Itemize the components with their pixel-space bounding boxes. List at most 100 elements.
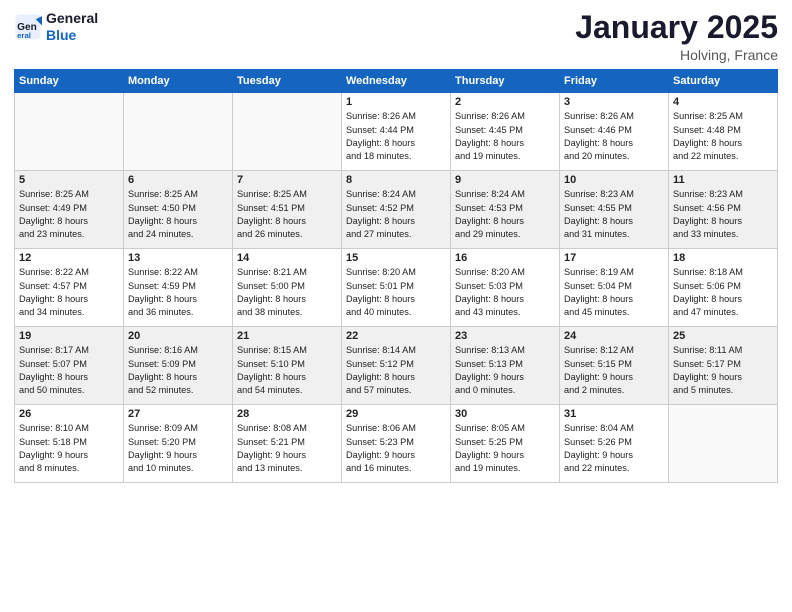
table-cell: 14Sunrise: 8:21 AMSunset: 5:00 PMDayligh… [233,249,342,327]
table-cell: 20 Sunrise: 8:16 AMSunset: 5:09 PMDayligh… [124,327,233,405]
table-cell: 7 Sunrise: 8:25 AMSunset: 4:51 PMDaylight… [233,171,342,249]
table-cell: 22 Sunrise: 8:14 AMSunset: 5:12 PMDayligh… [342,327,451,405]
day-number: 28 [237,408,337,420]
day-number: 12 [19,252,119,264]
table-cell: 19Sunrise: 8:17 AMSunset: 5:07 PMDayligh… [15,327,124,405]
week-row-2: 5 Sunrise: 8:25 AMSunset: 4:49 PMDaylight… [15,171,778,249]
table-cell: 27 Sunrise: 8:09 AMSunset: 5:20 PMDayligh… [124,405,233,483]
day-number: 19 [19,330,119,342]
day-info: Sunrise: 8:26 AMSunset: 4:45 PMDaylight:… [455,110,555,163]
day-number: 21 [237,330,337,342]
week-row-5: 26 Sunrise: 8:10 AMSunset: 5:18 PMDayligh… [15,405,778,483]
table-cell: 28 Sunrise: 8:08 AMSunset: 5:21 PMDayligh… [233,405,342,483]
calendar-table: Sunday Monday Tuesday Wednesday Thursday… [14,69,778,483]
table-cell: 2 Sunrise: 8:26 AMSunset: 4:45 PMDaylight… [451,93,560,171]
day-info: Sunrise: 8:20 AMSunset: 5:01 PMDaylight:… [346,266,446,319]
day-info: Sunrise: 8:26 AMSunset: 4:46 PMDaylight:… [564,110,664,163]
day-number: 6 [128,174,228,186]
day-info: Sunrise: 8:08 AMSunset: 5:21 PMDaylight:… [237,422,337,475]
day-number: 13 [128,252,228,264]
week-row-4: 19Sunrise: 8:17 AMSunset: 5:07 PMDayligh… [15,327,778,405]
day-number: 27 [128,408,228,420]
day-info: Sunrise: 8:21 AMSunset: 5:00 PMDaylight:… [237,266,337,319]
day-info: Sunrise: 8:14 AMSunset: 5:12 PMDaylight:… [346,344,446,397]
day-info: Sunrise: 8:25 AMSunset: 4:51 PMDaylight:… [237,188,337,241]
day-number: 5 [19,174,119,186]
day-info: Sunrise: 8:15 AMSunset: 5:10 PMDaylight:… [237,344,337,397]
day-number: 26 [19,408,119,420]
table-cell [124,93,233,171]
table-cell: 16 Sunrise: 8:20 AMSunset: 5:03 PMDayligh… [451,249,560,327]
table-cell: 13Sunrise: 8:22 AMSunset: 4:59 PMDayligh… [124,249,233,327]
day-info: Sunrise: 8:11 AMSunset: 5:17 PMDaylight:… [673,344,773,397]
day-number: 25 [673,330,773,342]
col-friday: Friday [560,70,669,93]
table-cell [15,93,124,171]
logo-icon: Gen eral [14,13,42,41]
day-number: 22 [346,330,446,342]
day-number: 18 [673,252,773,264]
day-info: Sunrise: 8:20 AMSunset: 5:03 PMDaylight:… [455,266,555,319]
day-info: Sunrise: 8:19 AMSunset: 5:04 PMDaylight:… [564,266,664,319]
day-info: Sunrise: 8:22 AMSunset: 4:57 PMDaylight:… [19,266,119,319]
header-row: Sunday Monday Tuesday Wednesday Thursday… [15,70,778,93]
table-cell: 17 Sunrise: 8:19 AMSunset: 5:04 PMDayligh… [560,249,669,327]
col-tuesday: Tuesday [233,70,342,93]
table-cell: 4Sunrise: 8:25 AMSunset: 4:48 PMDaylight… [669,93,778,171]
day-number: 17 [564,252,664,264]
col-sunday: Sunday [15,70,124,93]
day-info: Sunrise: 8:25 AMSunset: 4:50 PMDaylight:… [128,188,228,241]
day-number: 7 [237,174,337,186]
title-section: January 2025 Holving, France [575,10,778,63]
day-info: Sunrise: 8:10 AMSunset: 5:18 PMDaylight:… [19,422,119,475]
week-row-1: 1 Sunrise: 8:26 AMSunset: 4:44 PMDaylight… [15,93,778,171]
table-cell: 18 Sunrise: 8:18 AMSunset: 5:06 PMDayligh… [669,249,778,327]
day-number: 16 [455,252,555,264]
table-cell: 15Sunrise: 8:20 AMSunset: 5:01 PMDayligh… [342,249,451,327]
col-wednesday: Wednesday [342,70,451,93]
logo: Gen eral General Blue [14,10,98,44]
day-info: Sunrise: 8:24 AMSunset: 4:52 PMDaylight:… [346,188,446,241]
table-cell: 11Sunrise: 8:23 AMSunset: 4:56 PMDayligh… [669,171,778,249]
table-cell: 8 Sunrise: 8:24 AMSunset: 4:52 PMDaylight… [342,171,451,249]
day-number: 31 [564,408,664,420]
table-cell: 30 Sunrise: 8:05 AMSunset: 5:25 PMDayligh… [451,405,560,483]
svg-text:eral: eral [17,31,31,40]
table-cell: 31 Sunrise: 8:04 AMSunset: 5:26 PMDayligh… [560,405,669,483]
table-cell: 25 Sunrise: 8:11 AMSunset: 5:17 PMDayligh… [669,327,778,405]
table-cell: 5 Sunrise: 8:25 AMSunset: 4:49 PMDaylight… [15,171,124,249]
day-info: Sunrise: 8:24 AMSunset: 4:53 PMDaylight:… [455,188,555,241]
location: Holving, France [575,47,778,63]
day-number: 20 [128,330,228,342]
day-info: Sunrise: 8:06 AMSunset: 5:23 PMDaylight:… [346,422,446,475]
day-number: 23 [455,330,555,342]
day-info: Sunrise: 8:25 AMSunset: 4:49 PMDaylight:… [19,188,119,241]
day-info: Sunrise: 8:23 AMSunset: 4:56 PMDaylight:… [673,188,773,241]
day-number: 24 [564,330,664,342]
table-cell: 21 Sunrise: 8:15 AMSunset: 5:10 PMDayligh… [233,327,342,405]
day-info: Sunrise: 8:26 AMSunset: 4:44 PMDaylight:… [346,110,446,163]
day-info: Sunrise: 8:18 AMSunset: 5:06 PMDaylight:… [673,266,773,319]
table-cell: 12 Sunrise: 8:22 AMSunset: 4:57 PMDayligh… [15,249,124,327]
day-info: Sunrise: 8:16 AMSunset: 5:09 PMDaylight:… [128,344,228,397]
day-info: Sunrise: 8:05 AMSunset: 5:25 PMDaylight:… [455,422,555,475]
table-cell: 26 Sunrise: 8:10 AMSunset: 5:18 PMDayligh… [15,405,124,483]
day-number: 2 [455,96,555,108]
table-cell [669,405,778,483]
day-info: Sunrise: 8:25 AMSunset: 4:48 PMDaylight:… [673,110,773,163]
day-info: Sunrise: 8:09 AMSunset: 5:20 PMDaylight:… [128,422,228,475]
day-number: 1 [346,96,446,108]
col-thursday: Thursday [451,70,560,93]
table-cell: 23Sunrise: 8:13 AMSunset: 5:13 PMDayligh… [451,327,560,405]
month-title: January 2025 [575,10,778,45]
table-cell: 6 Sunrise: 8:25 AMSunset: 4:50 PMDaylight… [124,171,233,249]
day-info: Sunrise: 8:04 AMSunset: 5:26 PMDaylight:… [564,422,664,475]
day-number: 9 [455,174,555,186]
day-info: Sunrise: 8:12 AMSunset: 5:15 PMDaylight:… [564,344,664,397]
day-number: 8 [346,174,446,186]
page: Gen eral General Blue January 2025 Holvi… [0,0,792,612]
table-cell [233,93,342,171]
day-number: 30 [455,408,555,420]
table-cell: 29Sunrise: 8:06 AMSunset: 5:23 PMDayligh… [342,405,451,483]
table-cell: 9 Sunrise: 8:24 AMSunset: 4:53 PMDaylight… [451,171,560,249]
